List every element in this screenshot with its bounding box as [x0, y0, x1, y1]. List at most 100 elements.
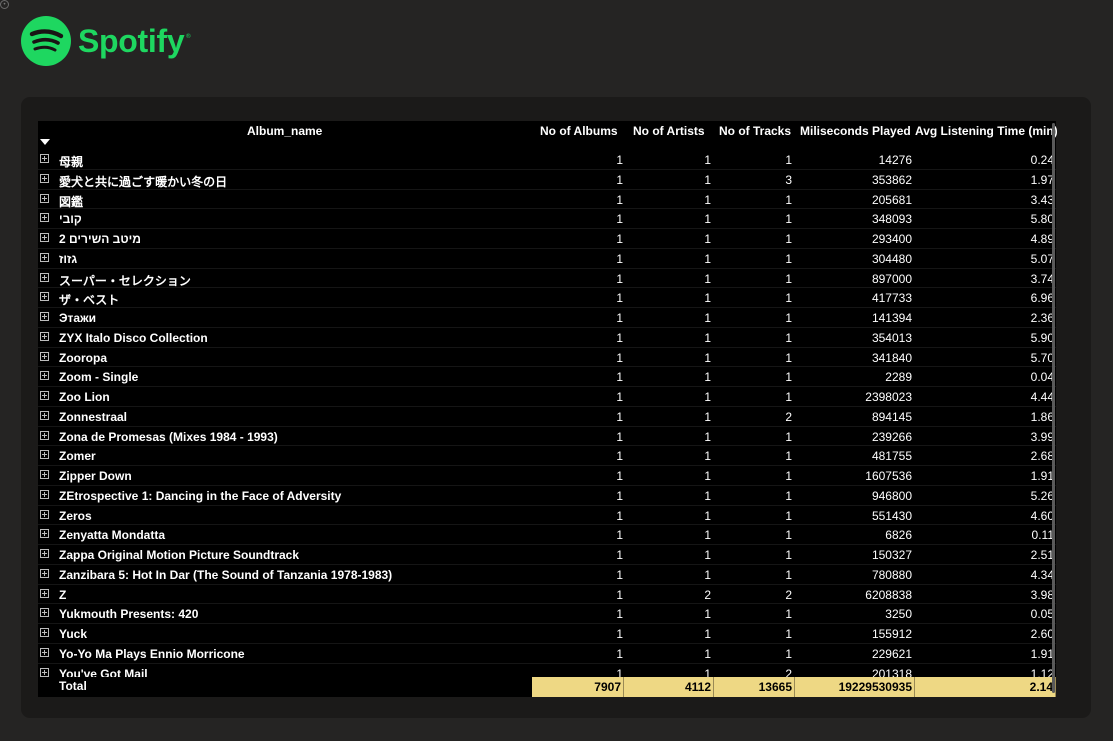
artists-cell: 1	[704, 409, 711, 424]
table-row[interactable]: ザ・ベスト 1 1 1 417733 6.96	[38, 288, 1056, 308]
table-row[interactable]: Zanzibara 5: Hot In Dar (The Sound of Ta…	[38, 565, 1056, 585]
table-row[interactable]: Yo-Yo Ma Plays Ennio Morricone 1 1 1 229621 1…	[38, 644, 1056, 664]
header-avg-listening[interactable]: Avg Listening Time (min)	[915, 124, 1058, 138]
album-name-cell: Zipper Down	[59, 469, 132, 483]
tracks-cell: 1	[785, 212, 792, 227]
header-album-name[interactable]: Album_name	[247, 124, 322, 138]
brand-trademark: ®	[185, 33, 192, 40]
avg-cell: 3.74	[1030, 271, 1054, 286]
artists-cell: 1	[704, 212, 711, 227]
table-row[interactable]: Zeros 1 1 1 551430 4.60	[38, 506, 1056, 526]
expand-plus-icon[interactable]	[40, 470, 49, 479]
expand-plus-icon[interactable]	[40, 233, 49, 242]
expand-plus-icon[interactable]	[40, 529, 49, 539]
tracks-cell: 1	[785, 607, 792, 622]
table-row[interactable]: ZYX Italo Disco Collection 1 1 1 354013 5.90	[38, 328, 1056, 348]
table-row[interactable]: Yukmouth Presents: 420 1 1 1 3250 0.05	[38, 604, 1056, 624]
ms-cell: 2398023	[865, 390, 912, 404]
table-row[interactable]: Zona de Promesas (Mixes 1984 - 1993) 1 1 1 2…	[38, 427, 1056, 447]
expand-plus-icon[interactable]	[40, 489, 49, 499]
tracks-cell: 1	[785, 153, 792, 167]
avg-cell: 0.05	[1030, 607, 1054, 622]
table-row[interactable]: קובי 1 1 1 348093 5.80	[38, 209, 1056, 229]
ms-cell: 1607536	[865, 469, 912, 483]
table-row[interactable]: Z 1 2 2 6208838 3.98	[38, 585, 1056, 605]
album-name-cell: Zooropa	[59, 350, 107, 365]
expand-plus-icon[interactable]	[40, 509, 49, 519]
tracks-cell: 1	[785, 449, 792, 464]
expand-plus-icon[interactable]	[40, 252, 49, 262]
tracks-cell: 1	[785, 232, 792, 246]
table-row[interactable]: Zenyatta Mondatta 1 1 1 6826 0.11	[38, 525, 1056, 545]
tracks-cell: 1	[785, 311, 792, 325]
expand-plus-icon[interactable]	[40, 391, 49, 400]
ms-cell: 417733	[871, 291, 912, 306]
ms-cell: 293400	[871, 232, 912, 246]
avg-cell: 2.36	[1030, 311, 1054, 325]
avg-cell: 0.24	[1030, 153, 1054, 167]
albums-cell: 1	[616, 666, 623, 678]
expand-plus-icon[interactable]	[40, 430, 49, 440]
header-no-of-albums[interactable]: No of Albums	[540, 124, 618, 138]
header-no-of-artists[interactable]: No of Artists	[633, 124, 705, 138]
expand-plus-icon[interactable]	[40, 647, 49, 657]
corner-info-icon[interactable]: •	[0, 0, 9, 9]
table-row[interactable]: Zomer 1 1 1 481755 2.68	[38, 446, 1056, 466]
expand-plus-icon[interactable]	[40, 588, 49, 598]
sort-descending-icon[interactable]	[40, 139, 50, 145]
expand-plus-icon[interactable]	[40, 371, 49, 381]
expand-plus-icon[interactable]	[40, 351, 49, 361]
expand-plus-icon[interactable]	[40, 173, 49, 183]
table-row[interactable]: 母親 1 1 1 14276 0.24	[38, 150, 1056, 170]
header-no-of-tracks[interactable]: No of Tracks	[719, 124, 791, 138]
expand-plus-icon[interactable]	[40, 154, 49, 163]
table-row[interactable]: מיטב השירים 2 1 1 1 293400 4.89	[38, 229, 1056, 249]
artists-cell: 1	[704, 508, 711, 523]
table-row[interactable]: 愛犬と共に過ごす暖かい冬の日 1 1 3 353862 1.97	[38, 170, 1056, 190]
albums-cell: 1	[616, 587, 623, 602]
albums-cell: 1	[616, 429, 623, 444]
expand-plus-icon[interactable]	[40, 410, 49, 420]
expand-plus-icon[interactable]	[40, 292, 49, 302]
vertical-scrollbar[interactable]	[1052, 121, 1056, 697]
album-name-cell: Этажи	[59, 311, 96, 325]
tracks-cell: 1	[785, 488, 792, 503]
table-row[interactable]: Zonnestraal 1 1 2 894145 1.86	[38, 407, 1056, 427]
album-name-cell: 母親	[59, 155, 84, 169]
total-label: Total	[59, 679, 87, 693]
albums-cell: 1	[616, 627, 623, 641]
albums-cell: 1	[616, 153, 623, 167]
table-row[interactable]: Zooropa 1 1 1 341840 5.70	[38, 348, 1056, 368]
table-row[interactable]: スーパー・セレクション 1 1 1 897000 3.74	[38, 269, 1056, 289]
header-ms-played[interactable]: Miliseconds Played	[800, 124, 911, 138]
expand-plus-icon[interactable]	[40, 568, 49, 578]
table-row[interactable]: גזוז 1 1 1 304480 5.07	[38, 249, 1056, 269]
expand-plus-icon[interactable]	[40, 549, 49, 558]
artists-cell: 1	[704, 232, 711, 246]
expand-plus-icon[interactable]	[40, 450, 49, 460]
expand-plus-icon[interactable]	[40, 312, 49, 321]
table-row[interactable]: Zoom - Single 1 1 1 2289 0.04	[38, 367, 1056, 387]
expand-plus-icon[interactable]	[40, 193, 49, 203]
expand-plus-icon[interactable]	[40, 272, 49, 282]
total-albums-cell: 7907	[532, 677, 624, 697]
table-row[interactable]: Этажи 1 1 1 141394 2.36	[38, 308, 1056, 328]
ms-cell: 897000	[871, 271, 912, 286]
table-row[interactable]: Zoo Lion 1 1 1 2398023 4.44	[38, 387, 1056, 407]
table-row[interactable]: Zipper Down 1 1 1 1607536 1.91	[38, 466, 1056, 486]
ms-cell: 894145	[871, 409, 912, 424]
expand-plus-icon[interactable]	[40, 667, 49, 677]
table-row[interactable]: Zappa Original Motion Picture Soundtrack…	[38, 545, 1056, 565]
scrollbar-thumb[interactable]	[1052, 123, 1055, 693]
expand-plus-icon[interactable]	[40, 213, 49, 223]
table-row[interactable]: ZEtrospective 1: Dancing in the Face of …	[38, 486, 1056, 506]
expand-plus-icon[interactable]	[40, 608, 49, 618]
table-row[interactable]: 図鑑 1 1 1 205681 3.43	[38, 190, 1056, 210]
artists-cell: 1	[704, 350, 711, 365]
expand-plus-icon[interactable]	[40, 331, 49, 341]
expand-plus-icon[interactable]	[40, 628, 49, 637]
table-row[interactable]: You've Got Mail 1 1 2 201318 1.12	[38, 664, 1056, 678]
table-row[interactable]: Yuck 1 1 1 155912 2.60	[38, 624, 1056, 644]
album-name-cell: Zoo Lion	[59, 390, 110, 404]
ms-cell: 353862	[871, 172, 912, 187]
